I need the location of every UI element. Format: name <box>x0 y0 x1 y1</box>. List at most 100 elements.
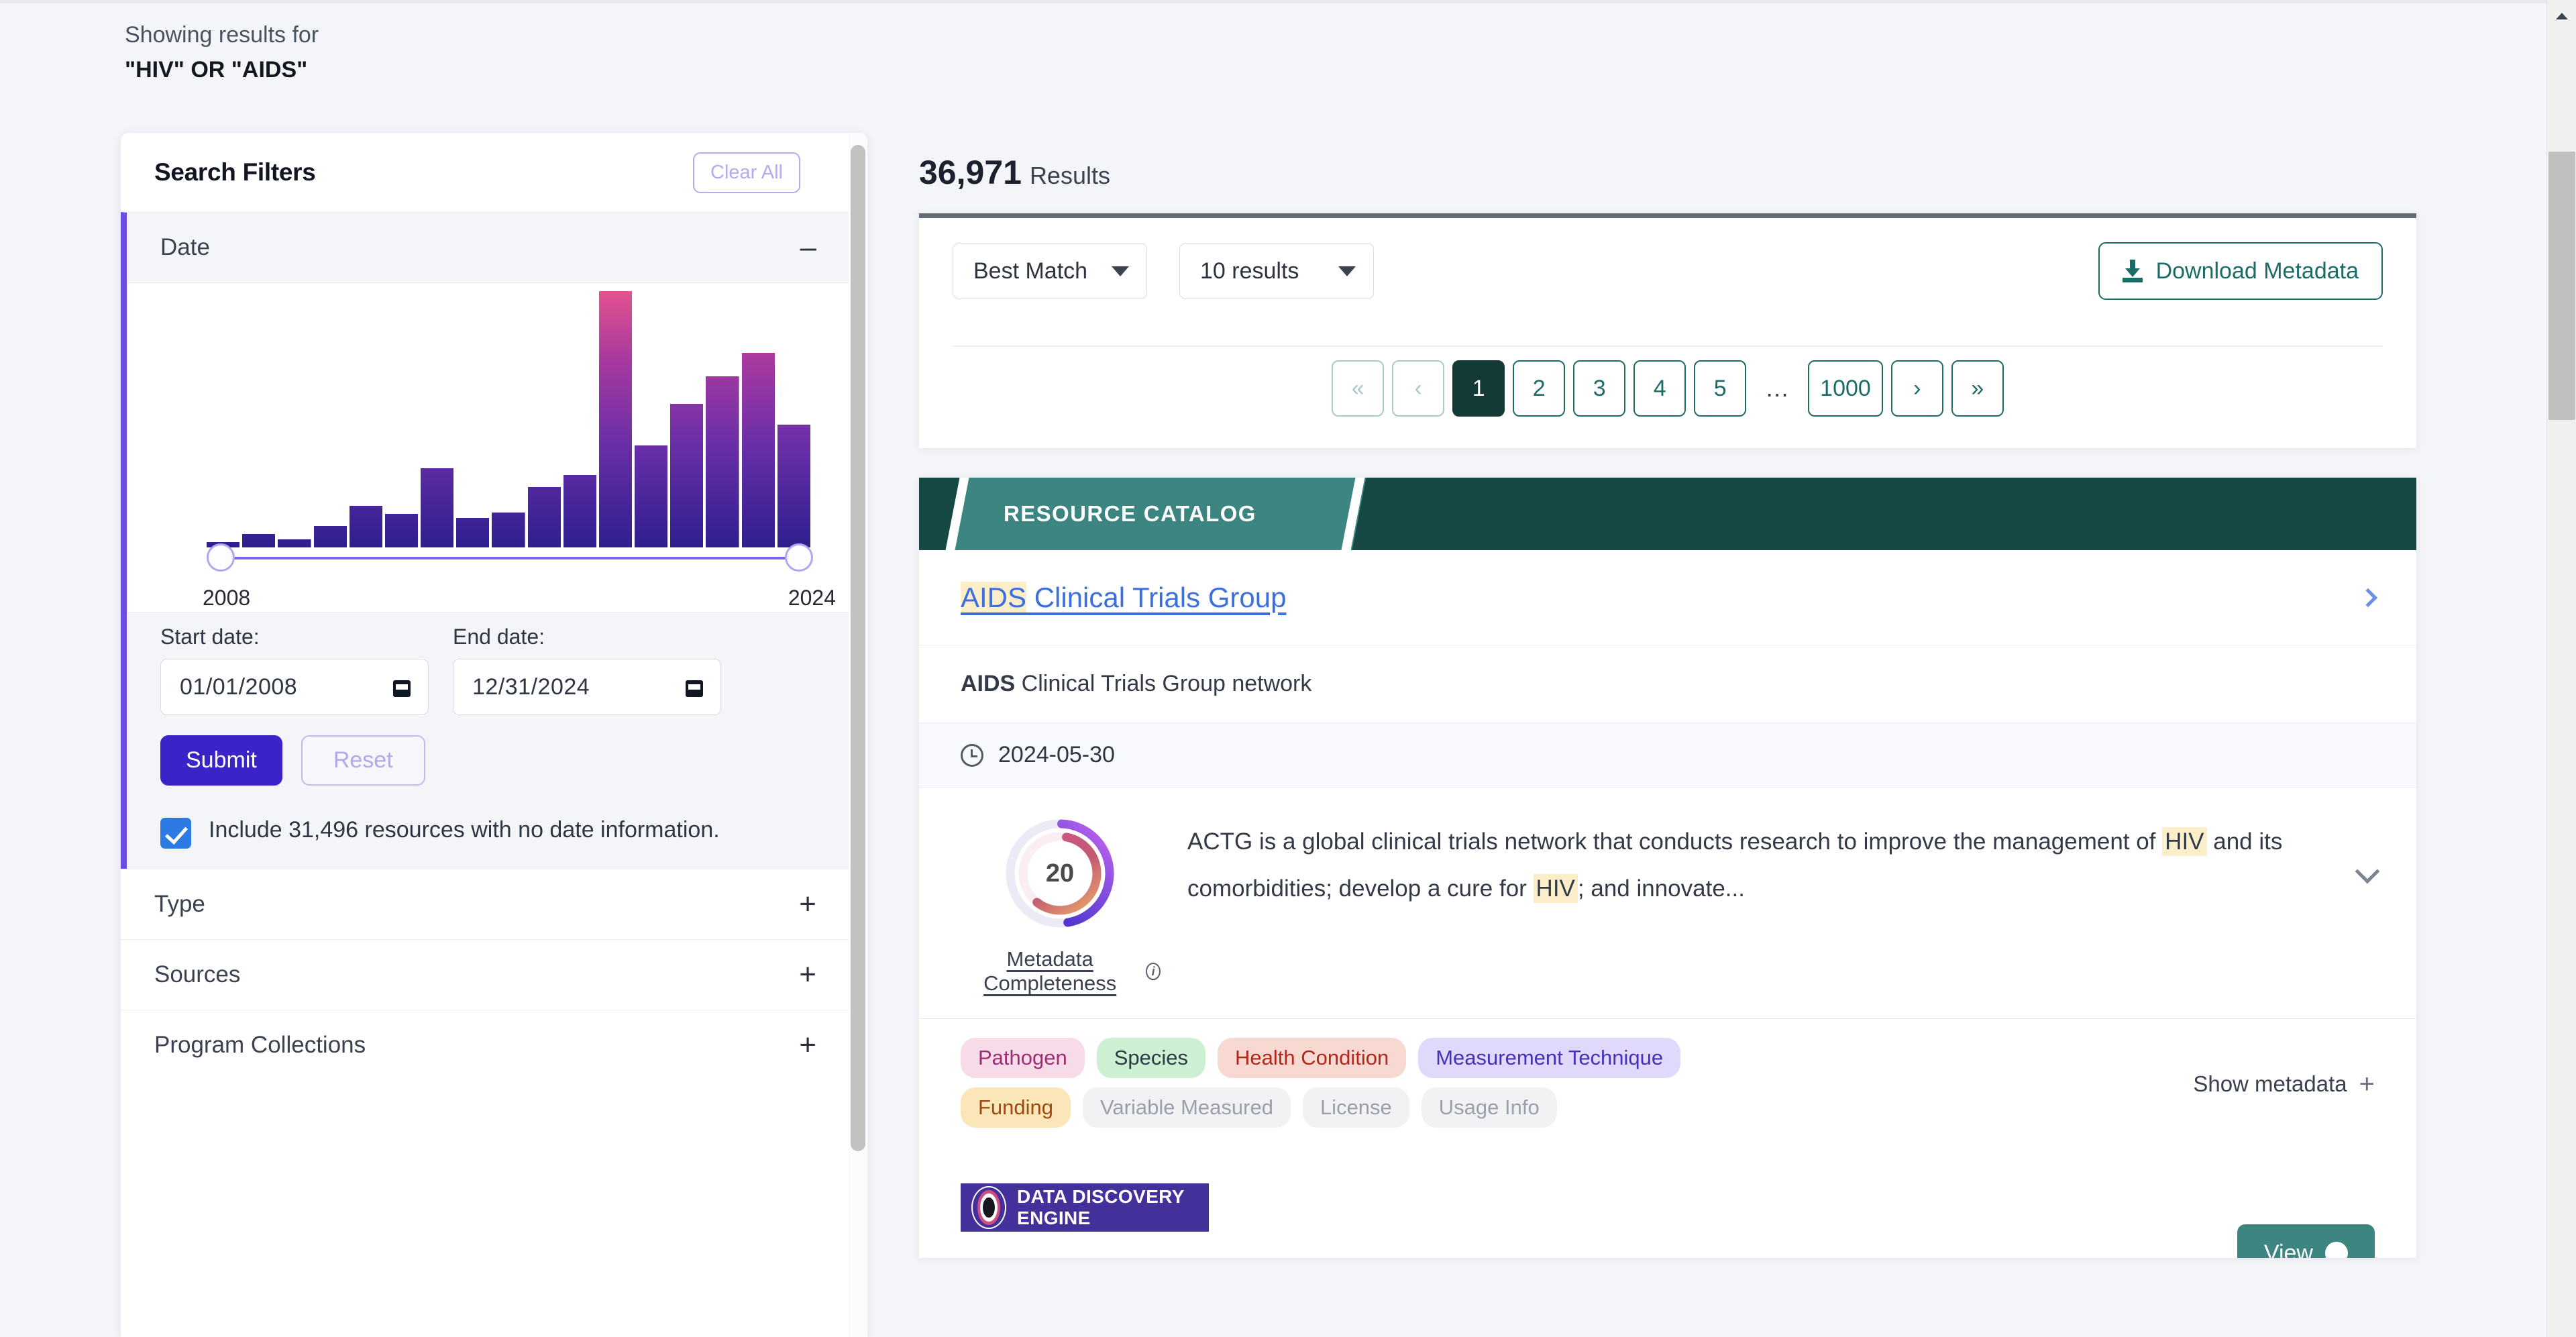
scroll-up-arrow-icon[interactable] <box>2547 0 2576 30</box>
sidebar-scrollbar[interactable] <box>849 133 867 1337</box>
start-date-input[interactable]: 01/01/2008 <box>160 659 429 715</box>
result-footer-row: DATA DISCOVERY ENGINE View <box>919 1157 2416 1258</box>
filter-label-program-collections: Program Collections <box>154 1032 366 1058</box>
end-date-value: 12/31/2024 <box>472 674 590 700</box>
search-filters-header: Search Filters Clear All <box>121 133 867 212</box>
pagination-next-button[interactable]: › <box>1890 360 1943 417</box>
date-filter-actions: Submit Reset <box>127 715 867 786</box>
pagination-last-button[interactable]: » <box>1951 360 2004 417</box>
result-description-text: ACTG is a global clinical trials network… <box>1187 818 2332 912</box>
date-fields: Start date: 01/01/2008 End date: 12/31/2… <box>127 612 867 715</box>
histogram-bar[interactable] <box>313 526 347 547</box>
histogram-bar[interactable] <box>598 291 633 547</box>
histogram-bar[interactable] <box>563 475 596 547</box>
results-count-number: 36,971 <box>919 154 1022 191</box>
histogram-bar[interactable] <box>421 468 454 547</box>
filter-header-sources[interactable]: Sources + <box>121 940 867 1010</box>
date-range-slider-track[interactable] <box>220 557 798 559</box>
histogram-bar[interactable] <box>278 539 311 547</box>
date-histogram-chart <box>207 286 810 547</box>
histogram-bar[interactable] <box>741 353 775 547</box>
histogram-year-min-label: 2008 <box>196 582 258 612</box>
histogram-bar[interactable] <box>670 404 704 547</box>
metadata-tag[interactable]: Pathogen <box>961 1038 1085 1078</box>
metadata-tag[interactable]: Measurement Technique <box>1418 1038 1681 1078</box>
histogram-bar[interactable] <box>706 376 739 547</box>
metadata-tag-missing[interactable]: Usage Info <box>1421 1087 1557 1128</box>
result-title-link[interactable]: AIDS Clinical Trials Group <box>961 581 1287 614</box>
expand-plus-icon[interactable]: + <box>799 959 816 990</box>
expand-plus-icon[interactable]: + <box>799 1030 816 1060</box>
chevron-right-icon[interactable] <box>2358 588 2378 607</box>
result-date-row: 2024-05-30 <box>919 723 2416 788</box>
metadata-tag[interactable]: Health Condition <box>1218 1038 1407 1078</box>
page-scroll-area: Showing results for "HIV" OR "AIDS" Sear… <box>0 0 2546 1337</box>
histogram-bar[interactable] <box>349 506 382 547</box>
histogram-year-max-label: 2024 <box>781 582 843 612</box>
pagination-page-5[interactable]: 5 <box>1694 360 1747 417</box>
pagination-ellipsis: … <box>1754 360 1801 417</box>
result-title-row: AIDS Clinical Trials Group <box>919 550 2416 645</box>
date-range-slider-handle-left[interactable] <box>207 543 235 572</box>
end-date-label: End date: <box>453 625 545 649</box>
toolbar-divider <box>953 345 2383 347</box>
pagination-prev-button[interactable]: ‹ <box>1392 360 1445 417</box>
histogram-bar[interactable] <box>527 487 561 547</box>
histogram-bar[interactable] <box>242 534 276 547</box>
search-filters-sidebar: Search Filters Clear All Date – 2008 202… <box>121 133 867 1337</box>
date-range-slider-handle-right[interactable] <box>785 543 813 572</box>
histogram-bar[interactable] <box>456 518 490 547</box>
end-date-input[interactable]: 12/31/2024 <box>453 659 721 715</box>
histogram-bar[interactable] <box>635 445 668 547</box>
metadata-tag[interactable]: Species <box>1096 1038 1206 1078</box>
results-count: 36,971 Results <box>919 153 1110 192</box>
metadata-tag-missing[interactable]: Variable Measured <box>1083 1087 1291 1128</box>
histogram-bar[interactable] <box>384 514 419 547</box>
tag-line-available: Pathogen Species Health Condition Measureme… <box>961 1038 2375 1078</box>
metadata-tag-missing[interactable]: License <box>1302 1087 1409 1128</box>
pagination-page-4[interactable]: 4 <box>1633 360 1686 417</box>
dde-logo-text: DATA DISCOVERY ENGINE <box>1017 1186 1185 1228</box>
pagination-first-button[interactable]: « <box>1332 360 1385 417</box>
collapse-minus-icon[interactable]: – <box>800 232 816 262</box>
date-histogram-panel: 2008 2024 <box>127 282 855 612</box>
filter-header-program-collections[interactable]: Program Collections + <box>121 1010 867 1080</box>
filter-header-type[interactable]: Type + <box>121 869 867 939</box>
metadata-completeness-link[interactable]: Metadata Completeness i <box>959 947 1161 996</box>
data-discovery-engine-logo[interactable]: DATA DISCOVERY ENGINE <box>961 1183 1209 1232</box>
start-date-group: Start date: 01/01/2008 <box>160 625 429 715</box>
page-scrollbar-thumb[interactable] <box>2548 152 2575 420</box>
view-button[interactable]: View <box>2237 1224 2375 1258</box>
expand-description-chevron-icon[interactable] <box>2355 859 2380 884</box>
reset-button[interactable]: Reset <box>301 735 425 786</box>
sidebar-scrollbar-thumb[interactable] <box>851 145 865 1151</box>
calendar-icon[interactable] <box>686 677 703 697</box>
calendar-icon[interactable] <box>393 677 411 697</box>
results-toolbar-row: Best Match 10 results Download Metadata <box>919 218 2416 300</box>
histogram-bar[interactable] <box>492 513 525 547</box>
download-icon <box>2122 260 2143 282</box>
result-description-block: ACTG is a global clinical trials network… <box>1187 814 2332 912</box>
include-no-date-checkbox[interactable] <box>160 818 191 849</box>
pagination-page-last[interactable]: 1000 <box>1808 360 1883 417</box>
filter-header-date[interactable]: Date – <box>127 213 867 282</box>
pagination-page-2[interactable]: 2 <box>1513 360 1566 417</box>
top-hairline <box>0 0 2546 3</box>
show-metadata-button[interactable]: Show metadata + <box>2193 1069 2375 1099</box>
plus-icon: + <box>2359 1069 2375 1099</box>
page-size-select[interactable]: 10 results <box>1179 243 1374 299</box>
download-metadata-button[interactable]: Download Metadata <box>2098 242 2383 300</box>
start-date-value: 01/01/2008 <box>180 674 298 700</box>
submit-button[interactable]: Submit <box>160 735 282 786</box>
metadata-tag-missing[interactable]: Funding <box>961 1087 1071 1128</box>
info-icon[interactable]: i <box>1146 963 1161 980</box>
showing-results-header: Showing results for "HIV" OR "AIDS" <box>125 20 930 86</box>
pagination-page-3[interactable]: 3 <box>1573 360 1626 417</box>
expand-plus-icon[interactable]: + <box>799 889 816 919</box>
clear-all-button[interactable]: Clear All <box>693 152 800 193</box>
sort-select[interactable]: Best Match <box>953 243 1147 299</box>
pagination-page-1[interactable]: 1 <box>1452 360 1505 417</box>
histogram-bar[interactable] <box>777 425 810 547</box>
page-scrollbar[interactable] <box>2546 0 2576 1337</box>
result-title-highlight: AIDS <box>961 581 1027 613</box>
